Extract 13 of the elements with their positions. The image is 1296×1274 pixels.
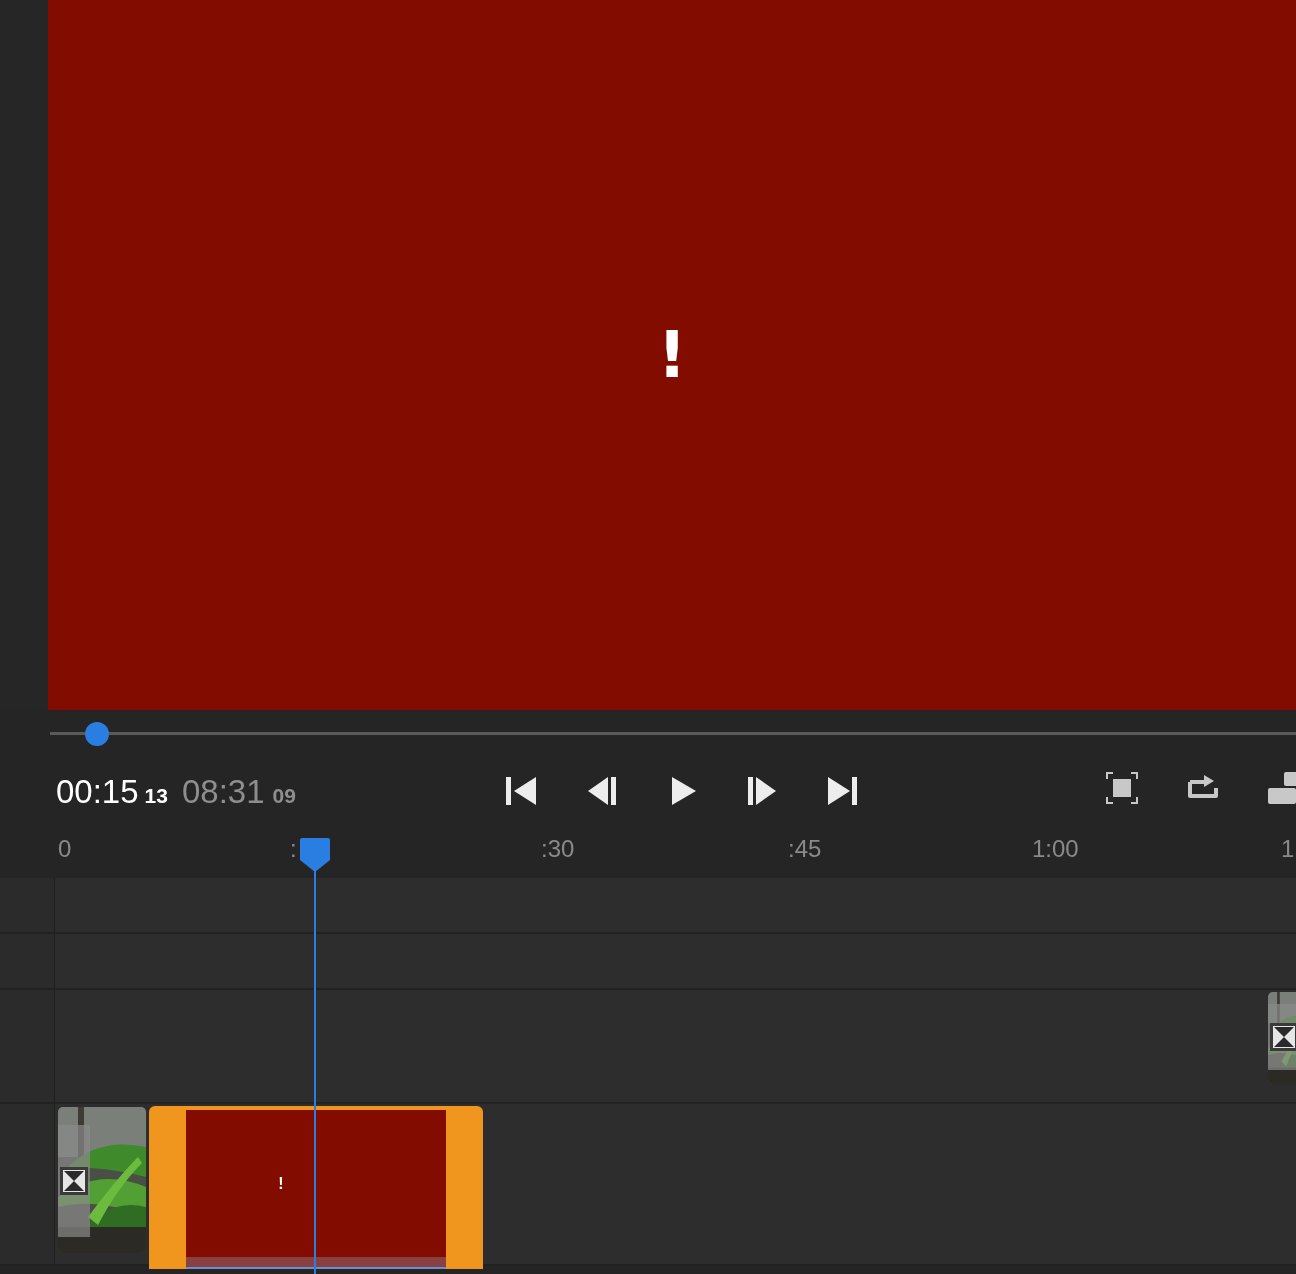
error-mark: ! [657,323,687,387]
error-mark: ! [278,1175,284,1192]
video-clip[interactable]: ! [149,1106,483,1269]
ruler-label: :30 [541,834,575,864]
current-frames: 13 [144,780,168,812]
duration-time: 08:31 [181,772,265,813]
ruler-label: :45 [788,834,822,864]
ruler-label: 1:00 [1032,834,1079,864]
current-time: 00:15 [56,772,139,813]
duration-frames: 09 [272,780,296,812]
ruler-label: 0 [58,834,72,864]
ruler-label: : [290,834,297,864]
ruler-label: 1 [1281,834,1295,864]
